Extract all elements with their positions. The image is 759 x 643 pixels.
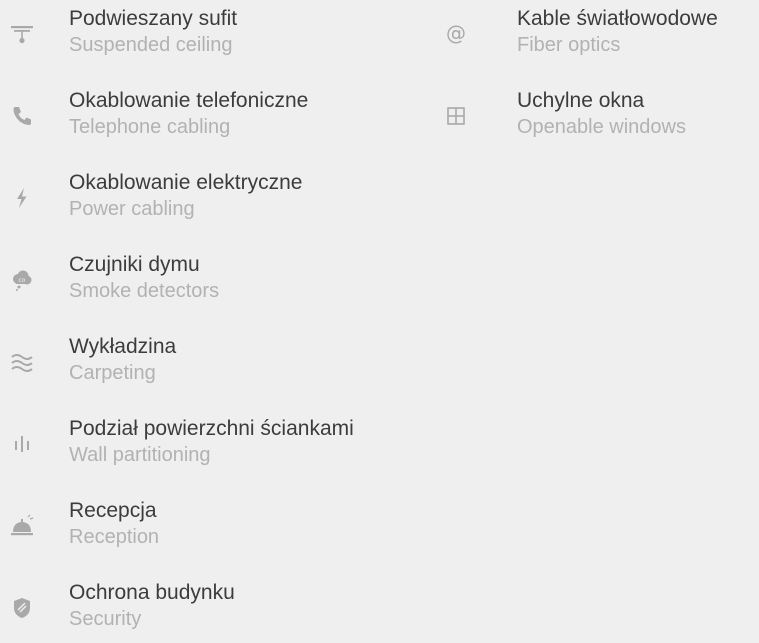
feature-subtitle: Wall partitioning [69,444,211,466]
feature-subtitle: Reception [69,526,160,548]
feature-subtitle: Power cabling [69,198,195,220]
at-sign-icon: @ [434,12,478,56]
feature-title: Okablowanie telefoniczne [69,89,309,112]
feature-item-smoke-detectors: co Czujniki dymu Smoke detectors [0,246,430,328]
feature-title: Kable światłowodowe [517,7,718,30]
feature-title: Czujniki dymu [69,253,200,276]
svg-text:@: @ [446,21,466,45]
shield-icon [0,586,44,630]
lightning-icon [0,176,44,220]
window-icon [434,94,478,138]
feature-item-wall-partitioning: Podział powierzchni ściankami Wall parti… [0,410,430,492]
feature-title: Okablowanie elektryczne [69,171,303,194]
feature-title: Ochrona budynku [69,581,235,604]
feature-item-reception: Recepcja Reception [0,492,430,574]
feature-subtitle: Suspended ceiling [69,34,233,56]
phone-icon [0,94,44,138]
features-column-left: Podwieszany sufit Suspended ceiling Okab… [0,0,430,643]
feature-item-security: Ochrona budynku Security [0,574,430,643]
feature-subtitle: Carpeting [69,362,156,384]
feature-item-carpeting: Wykładzina Carpeting [0,328,430,410]
feature-item-openable-windows: Uchylne okna Openable windows [432,82,759,164]
feature-item-fiber-optics: @ Kable światłowodowe Fiber optics [432,0,759,82]
feature-item-telephone-cabling: Okablowanie telefoniczne Telephone cabli… [0,82,430,164]
feature-subtitle: Security [69,608,142,630]
feature-subtitle: Fiber optics [517,34,621,56]
feature-subtitle: Openable windows [517,116,686,138]
feature-title: Recepcja [69,499,157,522]
feature-title: Podział powierzchni ściankami [69,417,354,440]
feature-subtitle: Telephone cabling [69,116,231,138]
svg-text:co: co [19,277,26,284]
feature-subtitle: Smoke detectors [69,280,220,302]
feature-title: Podwieszany sufit [69,7,238,30]
feature-title: Wykładzina [69,335,177,358]
features-page: Podwieszany sufit Suspended ceiling Okab… [0,0,759,643]
partition-bars-icon [0,422,44,466]
feature-item-power-cabling: Okablowanie elektryczne Power cabling [0,164,430,246]
ceiling-lamp-icon [0,12,44,56]
smoke-cloud-icon: co [0,258,44,302]
features-column-right: @ Kable światłowodowe Fiber optics Uchyl… [432,0,759,164]
feature-title: Uchylne okna [517,89,645,112]
reception-bell-icon [0,504,44,548]
waves-icon [0,340,44,384]
feature-item-suspended-ceiling: Podwieszany sufit Suspended ceiling [0,0,430,82]
